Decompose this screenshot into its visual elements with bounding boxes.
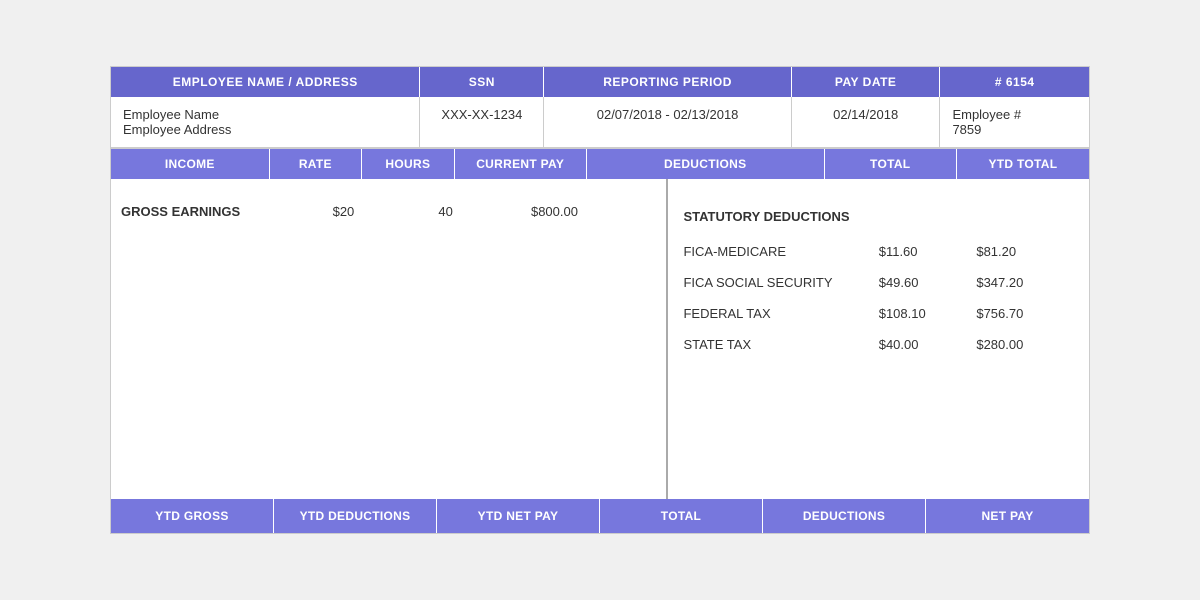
state-tax-label: STATE TAX — [683, 337, 878, 352]
employee-number-value: Employee # 7859 — [940, 97, 1089, 147]
state-tax-total: $40.00 — [879, 337, 977, 352]
employee-address: Employee Address — [123, 122, 407, 137]
header-ssn: SSN — [420, 67, 544, 97]
footer-deductions: DEDUCTIONS — [763, 499, 926, 533]
paystub: EMPLOYEE NAME / ADDRESS SSN REPORTING PE… — [110, 66, 1090, 534]
state-tax-row: STATE TAX $40.00 $280.00 — [683, 325, 1074, 356]
header-employee-name: EMPLOYEE NAME / ADDRESS — [111, 67, 420, 97]
fica-social-security-row: FICA SOCIAL SECURITY $49.60 $347.20 — [683, 263, 1074, 294]
fica-medicare-row: FICA-MEDICARE $11.60 $81.20 — [683, 232, 1074, 263]
deductions-table: STATUTORY DEDUCTIONS FICA-MEDICARE $11.6… — [683, 194, 1074, 356]
ssn-value: XXX-XX-1234 — [420, 97, 544, 147]
fica-social-security-total: $49.60 — [879, 275, 977, 290]
income-label: GROSS EARNINGS — [111, 202, 323, 221]
header-reporting-period: REPORTING PERIOD — [544, 67, 792, 97]
federal-tax-row: FEDERAL TAX $108.10 $756.70 — [683, 294, 1074, 325]
col-hours: HOURS — [362, 149, 455, 179]
footer-ytd-net-pay: YTD NET PAY — [437, 499, 600, 533]
col-ytd-total: YTD TOTAL — [957, 149, 1089, 179]
income-section: GROSS EARNINGS $20 40 $800.00 — [111, 179, 668, 499]
income-current-pay: $800.00 — [521, 202, 666, 221]
header-check-number: # 6154 — [940, 67, 1089, 97]
reporting-period-value: 02/07/2018 - 02/13/2018 — [544, 97, 792, 147]
employee-name-address: Employee Name Employee Address — [111, 97, 420, 147]
col-income: INCOME — [111, 149, 270, 179]
statutory-deductions-label: STATUTORY DEDUCTIONS — [683, 194, 1074, 232]
federal-tax-total: $108.10 — [879, 306, 977, 321]
column-headers: INCOME RATE HOURS CURRENT PAY DEDUCTIONS… — [111, 149, 1089, 179]
footer-ytd-deductions: YTD DEDUCTIONS — [274, 499, 437, 533]
fica-medicare-total: $11.60 — [879, 244, 977, 259]
state-tax-ytd: $280.00 — [976, 337, 1074, 352]
federal-tax-label: FEDERAL TAX — [683, 306, 878, 321]
col-deductions: DEDUCTIONS — [587, 149, 825, 179]
fica-medicare-label: FICA-MEDICARE — [683, 244, 878, 259]
deductions-section: STATUTORY DEDUCTIONS FICA-MEDICARE $11.6… — [668, 179, 1089, 499]
col-current-pay: CURRENT PAY — [455, 149, 587, 179]
income-hours: 40 — [428, 202, 521, 221]
footer-total: TOTAL — [600, 499, 763, 533]
fica-social-security-ytd: $347.20 — [976, 275, 1074, 290]
footer-net-pay: NET PAY — [926, 499, 1089, 533]
col-total: TOTAL — [825, 149, 957, 179]
header-pay-date: PAY DATE — [792, 67, 941, 97]
footer-row: YTD GROSS YTD DEDUCTIONS YTD NET PAY TOT… — [111, 499, 1089, 533]
income-rate: $20 — [323, 202, 429, 221]
fica-social-security-label: FICA SOCIAL SECURITY — [683, 275, 878, 290]
data-area: GROSS EARNINGS $20 40 $800.00 STATUTORY … — [111, 179, 1089, 499]
info-row: Employee Name Employee Address XXX-XX-12… — [111, 97, 1089, 149]
footer-ytd-gross: YTD GROSS — [111, 499, 274, 533]
employee-name: Employee Name — [123, 107, 407, 122]
federal-tax-ytd: $756.70 — [976, 306, 1074, 321]
gross-earnings-row: GROSS EARNINGS $20 40 $800.00 — [111, 184, 666, 231]
col-rate: RATE — [270, 149, 363, 179]
header-row: EMPLOYEE NAME / ADDRESS SSN REPORTING PE… — [111, 67, 1089, 97]
fica-medicare-ytd: $81.20 — [976, 244, 1074, 259]
pay-date-value: 02/14/2018 — [792, 97, 941, 147]
